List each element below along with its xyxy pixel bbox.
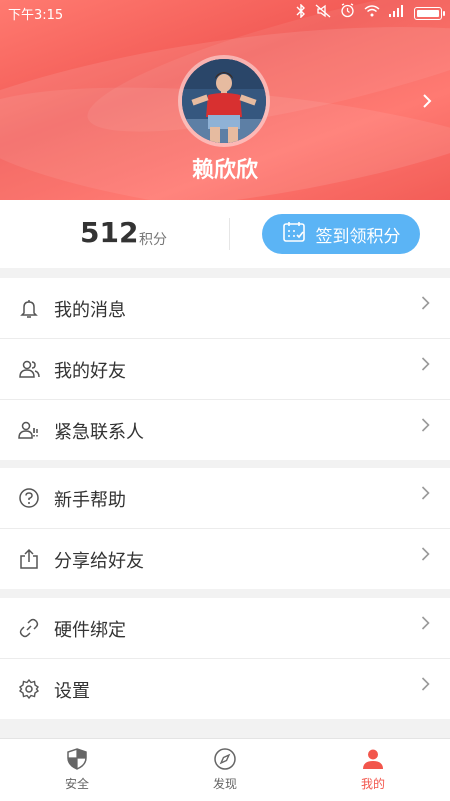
battery-icon (414, 6, 445, 20)
menu-item-label: 紧急联系人 (54, 422, 144, 443)
help-icon (18, 487, 40, 509)
friends-icon (18, 358, 40, 380)
wifi-icon (364, 4, 380, 22)
bell-icon (18, 297, 40, 319)
points-unit: 积分 (139, 232, 167, 248)
share-icon (18, 548, 40, 570)
menu-item-label: 我的好友 (54, 361, 126, 382)
chevron-right-icon[interactable] (422, 90, 432, 114)
chevron-right-icon (421, 295, 430, 316)
points-value: 512 (80, 216, 139, 249)
calendar-icon (282, 220, 306, 249)
bottom-tab-bar: 安全 发现 我的 (0, 738, 450, 801)
menu-item-label: 硬件绑定 (54, 620, 126, 641)
menu-group-1: 我的消息 我的好友 紧急联系人 (0, 278, 450, 460)
menu-group-2: 新手帮助 分享给好友 (0, 468, 450, 589)
divider (229, 218, 230, 250)
tab-security[interactable]: 安全 (37, 747, 117, 792)
chevron-right-icon (421, 417, 430, 438)
menu-item-label: 新手帮助 (54, 490, 126, 511)
menu-item-label: 设置 (54, 681, 90, 702)
menu-item-hardware-binding[interactable]: 硬件绑定 (0, 598, 450, 659)
checkin-label: 签到领积分 (315, 226, 401, 247)
chevron-right-icon (421, 676, 430, 697)
menu-item-label: 分享给好友 (54, 551, 144, 572)
user-name: 赖欣欣 (191, 158, 258, 183)
person-icon (361, 747, 385, 771)
menu-group-3: 硬件绑定 设置 (0, 598, 450, 719)
emergency-contact-icon (18, 419, 40, 441)
chevron-right-icon (421, 485, 430, 506)
tab-label: 我的 (360, 777, 385, 791)
chevron-right-icon (421, 546, 430, 567)
menu-item-share[interactable]: 分享给好友 (0, 529, 450, 589)
gear-icon (18, 678, 40, 700)
chevron-right-icon (421, 615, 430, 636)
tab-discover[interactable]: 发现 (185, 747, 265, 792)
avatar[interactable] (178, 55, 270, 147)
shield-icon (65, 747, 89, 771)
tab-label: 安全 (64, 777, 89, 791)
alarm-icon (340, 3, 355, 23)
menu-item-label: 我的消息 (54, 300, 126, 321)
compass-icon (213, 747, 237, 771)
status-bar: 下午3:15 (0, 0, 450, 24)
tab-label: 发现 (212, 777, 237, 791)
tab-mine[interactable]: 我的 (333, 747, 413, 792)
menu-item-messages[interactable]: 我的消息 (0, 278, 450, 339)
menu-item-emergency-contacts[interactable]: 紧急联系人 (0, 400, 450, 460)
menu-item-help[interactable]: 新手帮助 (0, 468, 450, 529)
menu-item-settings[interactable]: 设置 (0, 659, 450, 719)
chevron-right-icon (421, 356, 430, 377)
mute-icon (315, 4, 331, 23)
signal-icon (389, 4, 405, 22)
link-icon (18, 617, 40, 639)
menu-item-friends[interactable]: 我的好友 (0, 339, 450, 400)
bluetooth-icon (296, 2, 306, 23)
points-bar: 512 积分 签到领积分 (0, 200, 450, 268)
status-time: 下午3:15 (8, 8, 64, 23)
checkin-button[interactable]: 签到领积分 (262, 214, 420, 254)
profile-header[interactable]: 下午3:15 赖欣欣 (0, 0, 450, 200)
